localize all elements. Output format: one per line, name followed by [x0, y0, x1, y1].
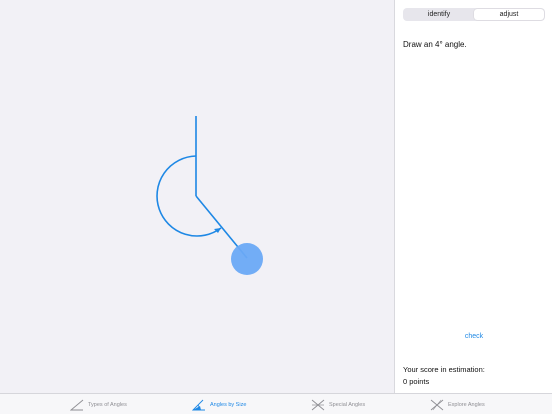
tab-label: Angles by Size: [210, 402, 247, 408]
check-button[interactable]: check: [395, 333, 552, 340]
angle-icon: [70, 399, 84, 411]
side-panel: identify adjust Draw an 4° angle. check …: [394, 0, 552, 393]
mode-segmented-control: identify adjust: [403, 8, 545, 21]
tab-label: Special Angles: [329, 402, 366, 408]
segment-adjust[interactable]: adjust: [474, 9, 544, 20]
angle-arc: [156, 155, 222, 237]
task-prompt: Draw an 4° angle.: [403, 40, 467, 49]
tab-angles-by-size[interactable]: Angles by Size: [192, 397, 246, 413]
tab-label: Explore Angles: [448, 402, 485, 408]
intersecting-lines-icon: [311, 399, 325, 411]
drawing-canvas[interactable]: [0, 0, 394, 393]
explore-lines-icon: [430, 399, 444, 411]
tab-explore-angles[interactable]: Explore Angles: [430, 397, 485, 413]
score-label: Your score in estimation:: [403, 365, 485, 374]
tab-special-angles[interactable]: Special Angles: [311, 397, 365, 413]
tab-bar: Types of Angles Angles by Size Special A…: [0, 393, 552, 414]
angle-drawing: [156, 116, 263, 275]
drag-handle[interactable]: [231, 243, 263, 275]
protractor-angle-icon: [192, 399, 205, 411]
tab-types-of-angles[interactable]: Types of Angles: [70, 397, 127, 413]
score-value: 0 points: [403, 377, 430, 386]
segment-identify[interactable]: identify: [404, 9, 474, 20]
tab-label: Types of Angles: [88, 402, 127, 408]
